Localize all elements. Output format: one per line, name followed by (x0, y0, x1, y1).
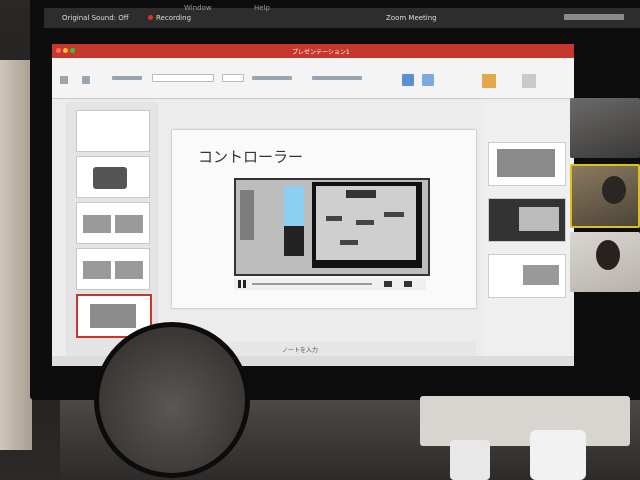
design-idea-1[interactable] (488, 142, 566, 186)
notes-placeholder: ノートを入力 (282, 347, 319, 354)
slide-thumb-3[interactable] (76, 202, 150, 244)
video-dark-panel (284, 226, 304, 256)
maximize-window-icon[interactable] (70, 48, 75, 53)
menu-label-help[interactable]: Help (254, 4, 270, 12)
window-title: Zoom Meeting (386, 14, 437, 22)
node-box (340, 240, 358, 245)
designer-pane (484, 102, 574, 358)
pause-icon[interactable] (238, 280, 241, 288)
video-sidebar (240, 190, 254, 240)
paragraph-buttons[interactable] (312, 76, 362, 80)
node-box (326, 216, 342, 221)
pause-icon-bar (243, 280, 246, 288)
fullscreen-icon[interactable] (404, 281, 412, 287)
ppt-ribbon (52, 58, 574, 99)
design-preview (523, 265, 559, 285)
recording-label[interactable]: Recording (156, 14, 191, 22)
participant-video-3[interactable] (570, 232, 640, 292)
design-idea-2[interactable] (488, 198, 566, 242)
design-preview (497, 149, 555, 177)
thumb-image (83, 215, 111, 233)
menu-bar: Window Help Original Sound: Off Recordin… (44, 4, 640, 28)
layout-control[interactable] (112, 76, 142, 80)
participant-video-2-active-speaker[interactable] (570, 164, 640, 228)
usb-charger (530, 430, 586, 480)
slide-title: コントローラー (198, 148, 304, 166)
powerpoint-window: プレゼンテーション1 コントローラー ノートを入力 (52, 44, 574, 366)
addins-icon[interactable] (522, 74, 536, 88)
left-wall (0, 60, 32, 450)
node-box (356, 220, 374, 225)
video-node-editor (316, 186, 416, 260)
slide-thumb-4[interactable] (76, 248, 150, 290)
paste-icon[interactable] (60, 76, 68, 84)
recording-dot-icon (148, 15, 153, 20)
close-window-icon[interactable] (56, 48, 61, 53)
thumb-image (115, 215, 143, 233)
node-box (384, 212, 404, 217)
video-controls[interactable] (234, 278, 426, 290)
participant-head (596, 240, 620, 270)
original-sound-status[interactable]: Original Sound: Off (62, 14, 129, 22)
volume-icon[interactable] (384, 281, 392, 287)
shapes-icon[interactable] (422, 74, 434, 86)
format-buttons[interactable] (252, 76, 292, 80)
thumb-image (90, 304, 136, 328)
design-idea-3[interactable] (488, 254, 566, 298)
participant-video-1[interactable] (570, 98, 640, 158)
magnifying-glass (94, 322, 250, 478)
slide-thumb-2[interactable] (76, 156, 150, 198)
minimize-window-icon[interactable] (63, 48, 68, 53)
current-slide[interactable]: コントローラー (172, 130, 476, 308)
node-box (346, 190, 376, 198)
participant-head (602, 176, 626, 204)
status-icons (564, 14, 624, 20)
video-blue-panel (284, 186, 304, 226)
font-size-select[interactable] (222, 74, 244, 82)
font-select[interactable] (152, 74, 214, 82)
ppt-doc-title: プレゼンテーション1 (292, 49, 350, 56)
video-progress-track[interactable] (252, 283, 372, 285)
menu-label-window[interactable]: Window (184, 4, 212, 12)
design-preview (519, 207, 559, 231)
new-slide-icon[interactable] (82, 76, 90, 84)
thumb-image (115, 261, 143, 279)
slide-thumb-1[interactable] (76, 110, 150, 152)
picture-icon[interactable] (402, 74, 414, 86)
thumb-image (83, 261, 111, 279)
embedded-video[interactable] (234, 178, 430, 276)
desk-device (420, 396, 630, 446)
ppt-titlebar: プレゼンテーション1 (52, 44, 574, 58)
power-adapter (450, 440, 490, 480)
thumb-image (93, 167, 127, 189)
slide-thumbnail-pane (66, 102, 158, 358)
designer-icon[interactable] (482, 74, 496, 88)
